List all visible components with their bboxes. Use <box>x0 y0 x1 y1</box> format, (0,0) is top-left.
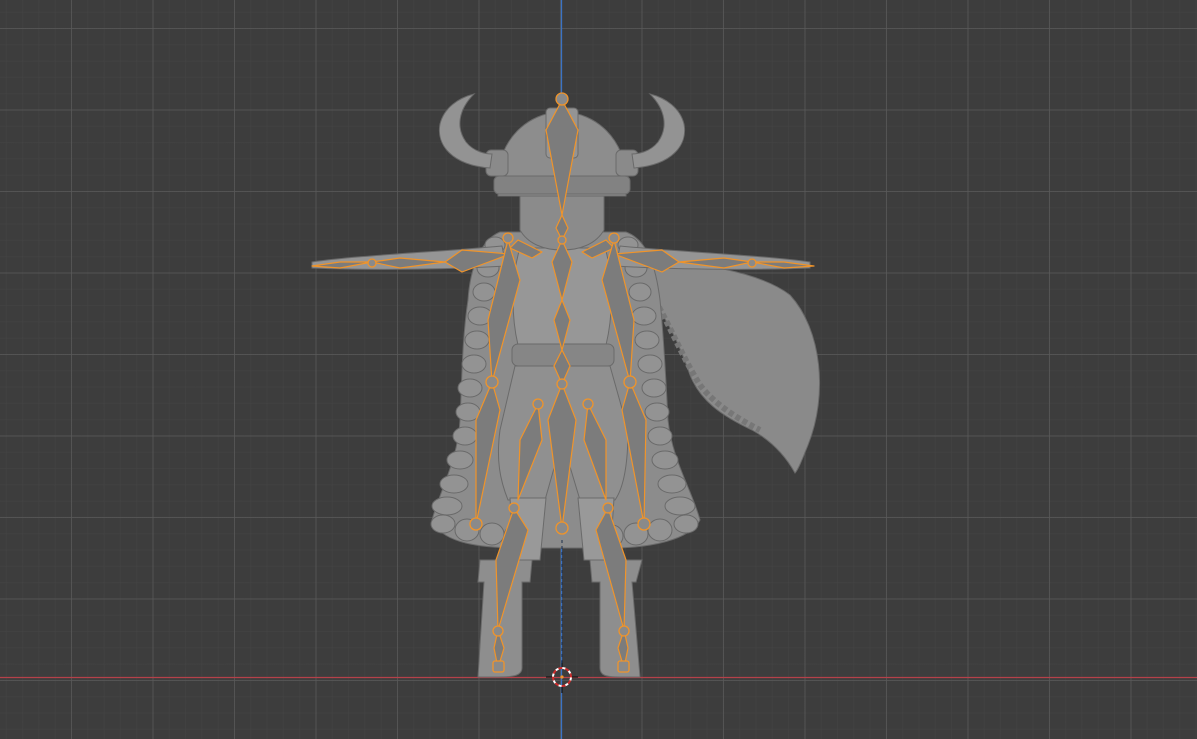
viewport-scene <box>0 0 1197 739</box>
horn-right-mesh <box>631 93 686 169</box>
3d-cursor-icon[interactable] <box>546 661 578 693</box>
horn-left-mesh <box>438 93 493 169</box>
3d-viewport[interactable] <box>0 0 1197 739</box>
